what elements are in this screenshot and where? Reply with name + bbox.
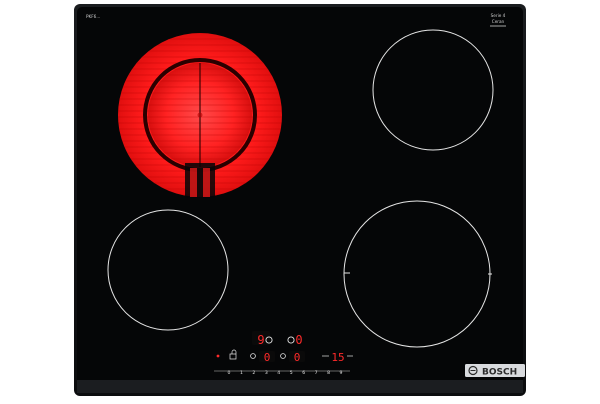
front-edge [77, 380, 523, 393]
timer-display-text: 15 [331, 351, 344, 364]
cooktop-photo: PKF6... Serie 4 Ceran 9 0 0 0 15 0 1 2 3… [0, 0, 600, 400]
slider-digit[interactable]: 2 [252, 370, 255, 376]
slider-digit[interactable]: 0 [228, 370, 231, 376]
left-zone-level-text: 9 [257, 333, 264, 347]
top-right-label-line2: Ceran [492, 19, 505, 24]
model-code-text: PKF6... [86, 14, 100, 19]
right-zone-level-text: 0 [295, 333, 302, 347]
power-dot-icon[interactable] [216, 354, 220, 358]
heating-center-dot [197, 112, 203, 118]
heating-connector-slot [197, 168, 203, 197]
slider-digit[interactable]: 7 [315, 370, 318, 376]
slider-digit[interactable]: 4 [277, 370, 280, 376]
right-display-2-text: 0 [294, 351, 301, 364]
left-display-2-text: 0 [264, 351, 271, 364]
cooktop-svg: PKF6... Serie 4 Ceran 9 0 0 0 15 0 1 2 3… [74, 4, 526, 396]
slider-digit[interactable]: 5 [290, 370, 293, 376]
left-zone-display[interactable]: 9 [252, 331, 273, 347]
slider-digit[interactable]: 8 [327, 370, 330, 376]
active-heating-zone [118, 33, 282, 198]
slider-digit[interactable]: 6 [302, 370, 305, 376]
brand-name-text: BOSCH [482, 368, 517, 378]
slider-digit[interactable]: 9 [340, 370, 343, 376]
brand-badge: BOSCH [465, 364, 525, 378]
top-right-label-line1: Serie 4 [491, 13, 506, 18]
slider-digit[interactable]: 3 [265, 370, 268, 376]
slider-digit[interactable]: 1 [240, 370, 243, 376]
